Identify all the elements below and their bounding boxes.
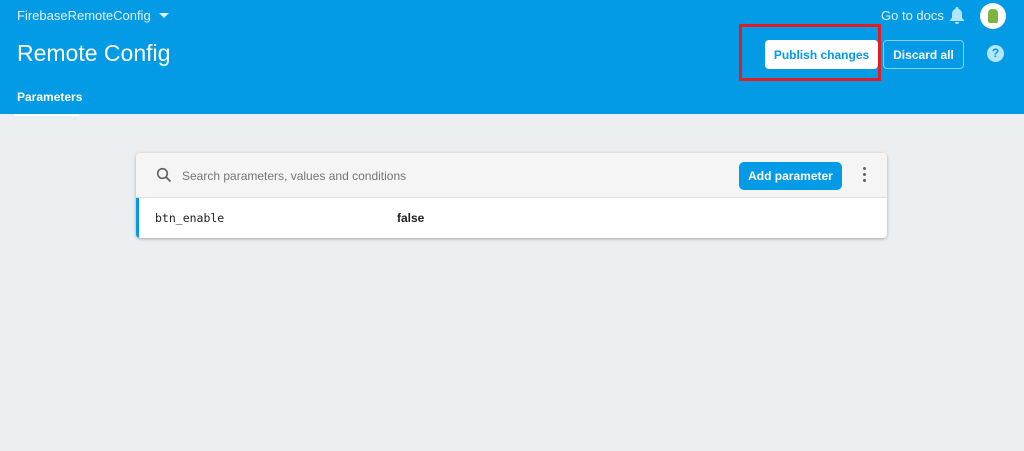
app-header: FirebaseRemoteConfig Remote Config Param… xyxy=(0,0,1024,116)
help-icon[interactable]: ? xyxy=(987,45,1004,62)
parameter-value: false xyxy=(397,211,425,225)
go-to-docs-link[interactable]: Go to docs xyxy=(881,8,944,23)
table-row[interactable]: btn_enable false xyxy=(136,198,887,238)
parameters-toolbar: Add parameter xyxy=(136,153,887,198)
publish-changes-button[interactable]: Publish changes xyxy=(765,40,878,69)
search-icon xyxy=(156,167,172,188)
android-icon xyxy=(988,9,998,23)
tab-parameters[interactable]: Parameters xyxy=(15,90,82,116)
page-title: Remote Config xyxy=(17,40,171,66)
avatar[interactable] xyxy=(980,3,1006,29)
chevron-down-icon xyxy=(158,13,169,18)
add-parameter-button[interactable]: Add parameter xyxy=(739,162,842,190)
more-options-icon[interactable] xyxy=(861,167,867,182)
parameter-key: btn_enable xyxy=(155,211,225,225)
search-input[interactable] xyxy=(182,165,682,187)
discard-all-button[interactable]: Discard all xyxy=(883,40,964,69)
bell-icon[interactable] xyxy=(949,6,965,29)
project-name: FirebaseRemoteConfig xyxy=(17,8,151,23)
parameters-card: Add parameter btn_enable false xyxy=(136,153,887,238)
project-selector[interactable]: FirebaseRemoteConfig xyxy=(17,8,169,23)
